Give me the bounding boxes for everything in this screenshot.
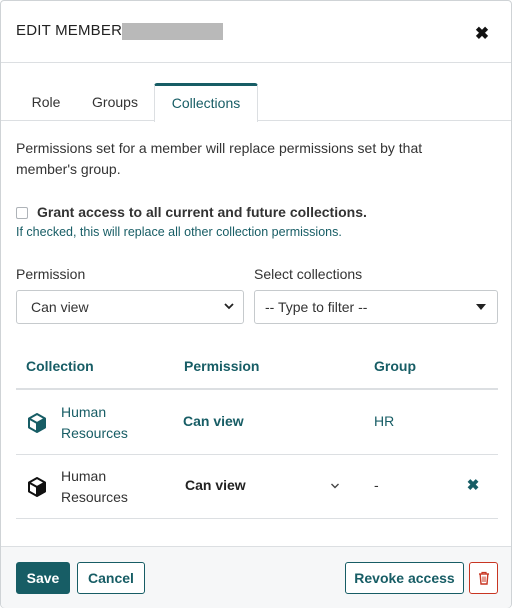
- collection-name[interactable]: Human Resources: [61, 402, 161, 444]
- delete-button[interactable]: [469, 562, 498, 594]
- chevron-down-icon: [330, 476, 340, 499]
- collection-name: Human Resources: [61, 468, 128, 505]
- permission-select-value: Can view: [31, 299, 89, 315]
- table-row: Human Resources Can view - ✖: [16, 455, 498, 519]
- cube-icon: [28, 477, 46, 497]
- remove-collection-button[interactable]: ✖: [464, 477, 482, 495]
- tab-groups[interactable]: Groups: [76, 83, 154, 121]
- permission-select[interactable]: Can view: [16, 290, 244, 324]
- cube-icon: [28, 413, 46, 433]
- redacted-member-name: [122, 23, 223, 40]
- trash-icon: [479, 571, 489, 585]
- revoke-access-button[interactable]: Revoke access: [345, 562, 464, 594]
- header-permission: Permission: [184, 358, 260, 374]
- save-button[interactable]: Save: [16, 562, 70, 594]
- collections-select-placeholder: -- Type to filter --: [265, 299, 368, 315]
- close-icon[interactable]: ✖: [470, 23, 494, 45]
- tab-collections[interactable]: Collections: [154, 83, 258, 122]
- grant-all-label[interactable]: Grant access to all current and future c…: [37, 204, 367, 220]
- tab-bar: Role Groups Collections: [1, 83, 511, 122]
- group-value[interactable]: HR: [374, 413, 394, 429]
- dialog-header: EDIT MEMBER ✖: [1, 1, 511, 63]
- caret-down-icon: [476, 304, 486, 310]
- cancel-button[interactable]: Cancel: [77, 562, 145, 594]
- table-row: Human Resources Can view HR: [16, 391, 498, 455]
- header-group: Group: [374, 358, 416, 374]
- grant-all-hint: If checked, this will replace all other …: [16, 225, 342, 239]
- dialog-footer: Save Cancel Revoke access: [1, 546, 511, 608]
- header-collection: Collection: [26, 358, 94, 374]
- dialog-title: EDIT MEMBER: [16, 22, 123, 39]
- edit-member-dialog: EDIT MEMBER ✖ Role Groups Collections Pe…: [0, 0, 512, 608]
- grant-all-checkbox[interactable]: [16, 207, 28, 219]
- table-header: Collection Permission Group: [16, 346, 498, 390]
- tab-role[interactable]: Role: [16, 83, 76, 121]
- select-collections-label: Select collections: [254, 266, 363, 282]
- collections-select[interactable]: -- Type to filter --: [254, 290, 498, 324]
- permission-dropdown[interactable]: Can view: [185, 477, 345, 493]
- permissions-notice: Permissions set for a member will replac…: [16, 140, 423, 177]
- permission-label: Permission: [16, 266, 86, 282]
- chevron-down-icon: [223, 291, 235, 336]
- permission-value: Can view: [183, 413, 244, 429]
- group-value: -: [374, 477, 379, 493]
- permission-dropdown-value: Can view: [185, 477, 246, 493]
